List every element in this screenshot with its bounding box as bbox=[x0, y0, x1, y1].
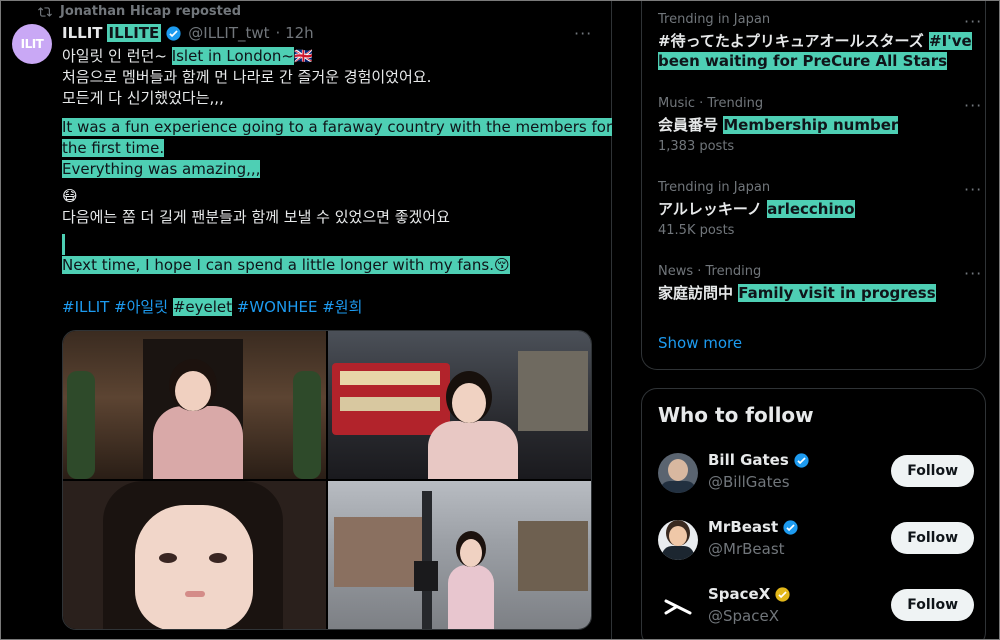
trend-item[interactable]: Trending in Japan アルレッキーノ arlecchino 41.… bbox=[658, 180, 978, 238]
emoji-icon: 😚 bbox=[493, 256, 510, 274]
trend-title: #待ってたよプリキュアオールスターズ bbox=[658, 32, 929, 50]
trend-translation: Family visit in progress bbox=[738, 284, 936, 302]
avatar[interactable] bbox=[658, 453, 698, 493]
verified-badge-icon bbox=[794, 452, 809, 468]
tweet[interactable]: Jonathan Hicap reposted ILIT ILLIT ILLIT… bbox=[0, 0, 613, 640]
text-line: 아일릿 인 런던~ bbox=[62, 47, 172, 65]
account-handle: @SpaceX bbox=[708, 607, 779, 625]
account-handle: @BillGates bbox=[708, 473, 790, 491]
show-more-link[interactable]: Show more bbox=[658, 334, 742, 352]
follow-button[interactable]: Follow bbox=[891, 522, 974, 554]
trend-count: 41.5K posts bbox=[658, 223, 735, 238]
photo-street[interactable] bbox=[328, 481, 591, 629]
photo-portrait[interactable] bbox=[63, 481, 326, 629]
author-handle[interactable]: @ILLIT_twt bbox=[188, 24, 269, 42]
trend-more-icon[interactable]: ··· bbox=[964, 12, 982, 31]
translated-text: It was a fun experience going to a faraw… bbox=[62, 118, 613, 136]
account-name: SpaceX bbox=[708, 585, 771, 603]
trend-meta: Trending in Japan bbox=[658, 180, 771, 195]
trend-item[interactable]: News · Trending 家庭訪問中 Family visit in pr… bbox=[658, 264, 978, 303]
trend-more-icon[interactable]: ··· bbox=[964, 264, 982, 283]
author-name-translation: ILLITE bbox=[106, 24, 162, 42]
text-line: 다음에는 쫌 더 길게 팬분들과 함께 보낼 수 있었으면 좋겠어요 bbox=[62, 208, 450, 226]
translated-text: Islet in London~ bbox=[171, 47, 294, 65]
trend-title: 家庭訪問中 bbox=[658, 284, 739, 302]
translated-text: the first time. bbox=[62, 139, 165, 157]
follow-suggestion[interactable]: MrBeast @MrBeast Follow bbox=[658, 516, 978, 562]
who-to-follow-panel: Who to follow Bill Gates @BillGates Foll… bbox=[641, 388, 986, 640]
who-to-follow-title: Who to follow bbox=[658, 403, 814, 427]
trend-item[interactable]: Trending in Japan #待ってたよプリキュアオールスターズ #I'… bbox=[658, 12, 978, 71]
more-options-icon[interactable]: ··· bbox=[574, 24, 592, 43]
trend-more-icon[interactable]: ··· bbox=[964, 180, 982, 199]
follow-suggestion[interactable]: SpaceX @SpaceX Follow bbox=[658, 583, 978, 629]
trend-title: アルレッキーノ bbox=[658, 200, 768, 218]
text-line: 처음으로 멤버들과 함께 먼 나라로 간 즐거운 경험이었어요. bbox=[62, 68, 432, 86]
emoji-icon: 😷 bbox=[62, 187, 78, 205]
trend-more-icon[interactable]: ··· bbox=[964, 96, 982, 115]
repost-label[interactable]: Jonathan Hicap reposted bbox=[60, 4, 241, 19]
repost-icon bbox=[38, 6, 52, 17]
account-name: MrBeast bbox=[708, 518, 779, 536]
tweet-time[interactable]: · 12h bbox=[276, 24, 314, 42]
tweet-header: ILLIT ILLITE @ILLIT_twt · 12h bbox=[62, 24, 314, 42]
trend-translation: arlecchino bbox=[767, 200, 855, 218]
repost-header: Jonathan Hicap reposted bbox=[38, 4, 241, 19]
spacex-logo-icon[interactable] bbox=[658, 587, 698, 627]
trend-meta: Music · Trending bbox=[658, 96, 764, 111]
follow-button[interactable]: Follow bbox=[891, 589, 974, 621]
photo-bus[interactable] bbox=[328, 331, 591, 479]
uk-flag-icon: 🇬🇧 bbox=[293, 47, 313, 65]
avatar[interactable] bbox=[658, 520, 698, 560]
translated-text: Everything was amazing,,, bbox=[62, 160, 261, 178]
trend-meta: Trending in Japan bbox=[658, 12, 771, 27]
trend-title: 会員番号 bbox=[658, 116, 724, 134]
verified-badge-icon bbox=[783, 519, 798, 535]
hashtags: #ILLIT #아일릿 #eyelet #WONHEE #원희 bbox=[62, 296, 362, 317]
trends-panel: Trending in Japan #待ってたよプリキュアオールスターズ #I'… bbox=[641, 0, 986, 370]
text-line: 모든게 다 신기했었다는,,, bbox=[62, 89, 224, 107]
hashtag-link[interactable]: #ILLIT #아일릿 bbox=[62, 298, 173, 316]
follow-button[interactable]: Follow bbox=[891, 455, 974, 487]
verified-gold-badge-icon bbox=[775, 586, 790, 602]
trend-item[interactable]: Music · Trending 会員番号 Membership number … bbox=[658, 96, 978, 154]
translated-text: Next time, I hope I can spend a little l… bbox=[62, 256, 494, 274]
author-name[interactable]: ILLIT bbox=[62, 24, 103, 42]
account-name: Bill Gates bbox=[708, 451, 789, 469]
hashtag-link[interactable]: #eyelet bbox=[172, 298, 232, 316]
author-avatar[interactable]: ILIT bbox=[12, 24, 52, 64]
verified-badge-icon bbox=[166, 25, 181, 41]
hashtag-link[interactable]: #WONHEE #원희 bbox=[232, 298, 363, 316]
media-grid bbox=[62, 330, 592, 630]
photo-door[interactable] bbox=[63, 331, 326, 479]
follow-suggestion[interactable]: Bill Gates @BillGates Follow bbox=[658, 449, 978, 495]
account-handle: @MrBeast bbox=[708, 540, 785, 558]
avatar-logo: ILIT bbox=[20, 37, 44, 51]
trend-count: 1,383 posts bbox=[658, 139, 735, 154]
trend-meta: News · Trending bbox=[658, 264, 762, 279]
trend-translation: Membership number bbox=[723, 116, 899, 134]
tweet-text: 아일릿 인 런던~ Islet in London~🇬🇧 처음으로 멤버들과 함… bbox=[62, 46, 613, 276]
